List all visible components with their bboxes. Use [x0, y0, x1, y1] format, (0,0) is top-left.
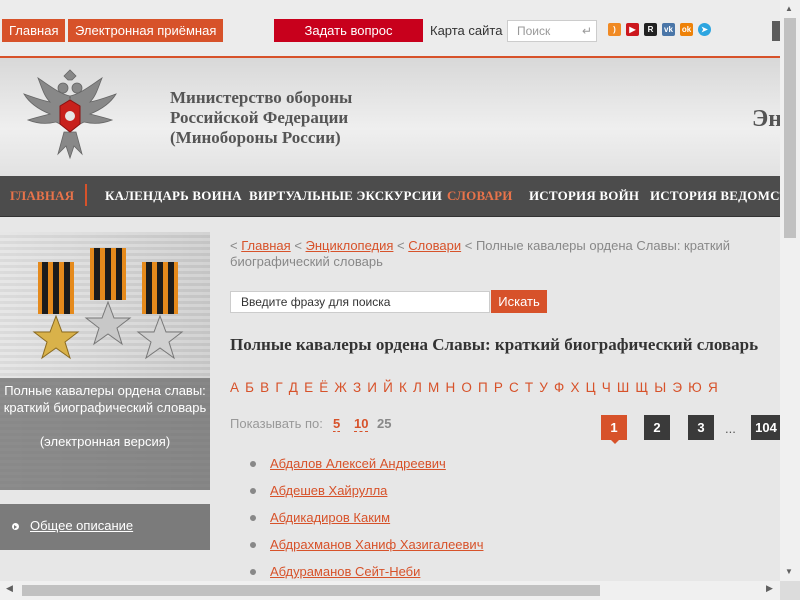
rutube-icon[interactable]: R: [644, 23, 657, 36]
entry-link[interactable]: Абдешев Хайрулла: [270, 483, 387, 498]
bullet-icon: [250, 515, 256, 521]
banner-caption-box: Полные кавалеры ордена славы: краткий би…: [0, 378, 210, 490]
ministry-line-1: Министерство обороны: [170, 88, 353, 107]
arrow-bullet-icon: [12, 523, 19, 530]
page-button[interactable]: 2: [644, 415, 670, 440]
sitemap-link[interactable]: Карта сайта: [430, 23, 502, 38]
breadcrumb-home[interactable]: Главная: [241, 238, 290, 253]
entry-link[interactable]: Абдрахманов Ханиф Хазигалеевич: [270, 537, 483, 552]
scroll-up-icon[interactable]: ▲: [785, 4, 793, 13]
sidebar-banner[interactable]: Полные кавалеры ордена славы: краткий би…: [0, 232, 210, 490]
main-nav: Главная Календарь воина Виртуальные экск…: [0, 176, 797, 217]
entry-link[interactable]: Абдалов Алексей Андреевич: [270, 456, 446, 471]
nav-separator: [85, 184, 87, 206]
nav-item-home[interactable]: Главная: [10, 188, 74, 204]
per-page-option[interactable]: 10: [354, 416, 369, 432]
scrollbar-corner: [780, 581, 800, 600]
youtube-icon[interactable]: ▶: [626, 23, 639, 36]
nav-item-war-history[interactable]: История войн: [529, 188, 639, 204]
scroll-right-icon[interactable]: ▶: [766, 583, 773, 594]
ministry-line-2: Российской Федерации: [170, 108, 349, 127]
double-headed-eagle-emblem[interactable]: [20, 66, 120, 166]
per-page-option[interactable]: 5: [333, 416, 341, 432]
site-header: Министерство обороны Российской Федераци…: [0, 58, 783, 176]
rss-icon[interactable]: ): [608, 23, 621, 36]
bullet-icon: [250, 569, 256, 575]
entry-link[interactable]: Абдикадиров Каким: [270, 510, 390, 525]
banner-caption: Полные кавалеры ордена славы: краткий би…: [3, 383, 207, 415]
top-bar: Главная Электронная приёмная Задать вопр…: [0, 0, 780, 59]
page-title: Полные кавалеры ордена Славы: краткий би…: [230, 335, 759, 354]
nav-item-agency-history[interactable]: История ведомств: [650, 188, 797, 204]
vertical-scroll-thumb[interactable]: [784, 18, 796, 238]
top-search-placeholder: Поиск: [517, 24, 551, 38]
top-search-input[interactable]: Поиск ↵: [507, 20, 597, 42]
vk-icon[interactable]: vk: [662, 23, 675, 36]
phrase-search-input[interactable]: Введите фразу для поиска: [230, 291, 490, 313]
alphabet-letters[interactable]: А Б В Г Д Е Ё Ж З И Й К Л М Н О П Р С Т …: [230, 380, 719, 395]
general-description-link[interactable]: Общее описание: [30, 518, 133, 533]
scroll-down-icon[interactable]: ▼: [785, 567, 793, 576]
alphabet-index[interactable]: А Б В Г Д Е Ё Ж З И Й К Л М Н О П Р С Т …: [230, 380, 719, 395]
banner-caption-sub: (электронная версия): [39, 434, 171, 449]
nav-item-dictionaries[interactable]: Словари: [447, 188, 513, 204]
page-button-last[interactable]: 104: [751, 415, 781, 440]
top-bar-edge: [772, 21, 780, 41]
electronic-reception-link[interactable]: Электронная приёмная: [68, 19, 224, 42]
order-of-glory-medals-image: [32, 248, 184, 360]
bullet-icon: [250, 461, 256, 467]
ask-question-button[interactable]: Задать вопрос: [274, 19, 423, 42]
nav-item-warrior-calendar[interactable]: Календарь воина: [105, 188, 242, 204]
nav-item-virtual-tours[interactable]: Виртуальные экскурсии: [249, 188, 442, 204]
bullet-icon: [250, 488, 256, 494]
odnoklassniki-icon[interactable]: ok: [680, 23, 693, 36]
scroll-left-icon[interactable]: ◀: [6, 583, 13, 594]
sidebar-menu-item[interactable]: Общее описание: [0, 504, 210, 550]
pagination-ellipsis: ...: [725, 421, 736, 436]
breadcrumb-encyclopedia[interactable]: Энциклопедия: [306, 238, 394, 253]
top-home-link[interactable]: Главная: [2, 19, 66, 42]
enter-icon[interactable]: ↵: [582, 21, 592, 41]
bullet-icon: [250, 542, 256, 548]
ministry-line-3: (Минобороны России): [170, 128, 341, 147]
ministry-name: Министерство обороны Российской Федераци…: [170, 88, 352, 148]
header-section-title: Эн: [752, 106, 783, 132]
entry-link[interactable]: Абдураманов Сейт-Неби: [270, 564, 420, 579]
page-button-current[interactable]: 1: [601, 415, 627, 444]
page-button[interactable]: 3: [688, 415, 714, 440]
search-button[interactable]: Искать: [491, 290, 547, 313]
breadcrumb-dictionaries[interactable]: Словари: [408, 238, 461, 253]
breadcrumb: < Главная < Энциклопедия < Словари < Пол…: [230, 238, 731, 269]
telegram-icon[interactable]: ➤: [698, 23, 711, 36]
horizontal-scroll-thumb[interactable]: [22, 585, 600, 596]
per-page-label: Показывать по:: [230, 416, 323, 431]
per-page-option[interactable]: 25: [377, 416, 391, 431]
